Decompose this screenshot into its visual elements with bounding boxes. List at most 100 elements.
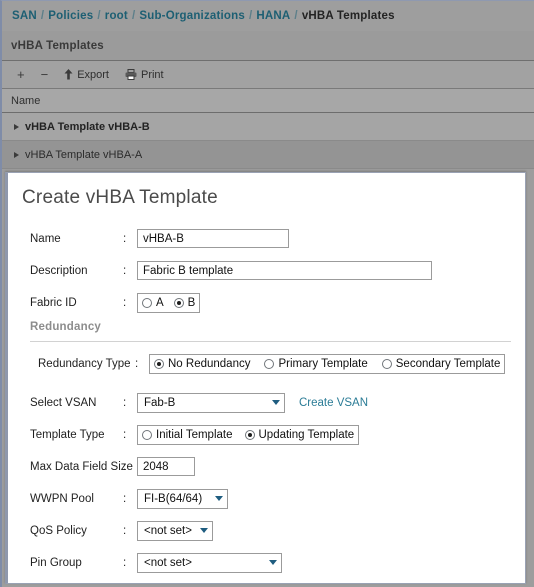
breadcrumb-separator: / xyxy=(294,10,298,22)
breadcrumb-separator: / xyxy=(97,10,101,22)
chevron-down-icon[interactable] xyxy=(269,560,277,565)
print-button[interactable]: Print xyxy=(118,67,171,83)
qos-policy-colon: : xyxy=(123,524,127,537)
description-value: Fabric B template xyxy=(143,264,234,277)
radio-icon-selected[interactable] xyxy=(173,297,184,308)
breadcrumb-item-root[interactable]: root xyxy=(105,10,128,22)
select-vsan-colon: : xyxy=(123,396,127,409)
redundancy-type-label: Redundancy Type xyxy=(38,357,131,370)
description-input[interactable]: Fabric B template xyxy=(137,261,432,280)
minus-icon: − xyxy=(40,67,49,82)
page-title-text: vHBA Templates xyxy=(11,39,104,52)
fabric-id-colon: : xyxy=(123,296,127,309)
breadcrumb-item-sub-organizations[interactable]: Sub-Organizations xyxy=(139,10,245,22)
qos-policy-dropdown[interactable]: <not set> xyxy=(137,520,213,541)
radio-icon[interactable] xyxy=(142,429,152,440)
table-row[interactable]: vHBA Template vHBA-B xyxy=(2,113,534,141)
template-type-option-updating-template[interactable]: Updating Template xyxy=(244,428,355,441)
fabric-id-option-a[interactable]: A xyxy=(142,297,164,309)
create-vhba-template-dialog: Create vHBA Template Name : vHBA-B Descr… xyxy=(5,172,526,584)
template-type-option-initial-template[interactable]: Initial Template xyxy=(142,429,233,441)
name-input[interactable]: vHBA-B xyxy=(137,229,289,248)
table-header: Name xyxy=(2,89,534,113)
breadcrumb-item-vhba-templates: vHBA Templates xyxy=(301,10,395,22)
breadcrumb: SAN / Policies / root / Sub-Organization… xyxy=(2,1,534,31)
form-row-wwpn-pool: WWPN Pool : FI-B(64/64) xyxy=(8,485,525,512)
breadcrumb-item-policies[interactable]: Policies xyxy=(48,10,93,22)
qos-policy-label: QoS Policy xyxy=(30,524,87,537)
fabric-id-label: Fabric ID xyxy=(30,296,77,309)
wwpn-pool-colon: : xyxy=(123,492,127,505)
form-row-redundancy-type: Redundancy Type : No Redundancy Primary … xyxy=(8,350,525,377)
description-colon: : xyxy=(123,264,127,277)
table-toolbar: + − Export Print xyxy=(2,61,534,89)
form-row-select-vsan: Select VSAN : Fab-B Create VSAN xyxy=(8,389,525,416)
pin-group-value: <not set> xyxy=(144,556,192,569)
dialog-form: Name : vHBA-B Description : Fabric B tem… xyxy=(8,209,525,583)
up-arrow-icon xyxy=(64,69,73,80)
select-vsan-dropdown[interactable]: Fab-B xyxy=(137,392,285,413)
chevron-down-icon[interactable] xyxy=(200,528,208,533)
form-row-fabric-id: Fabric ID : A B xyxy=(8,289,525,316)
chevron-right-icon[interactable] xyxy=(14,151,19,158)
create-vsan-link[interactable]: Create VSAN xyxy=(299,397,368,409)
redundancy-section-header: Redundancy xyxy=(8,321,525,333)
breadcrumb-separator: / xyxy=(131,10,136,22)
name-colon: : xyxy=(123,232,127,245)
form-row-pin-group: Pin Group : <not set> xyxy=(8,549,525,576)
radio-icon-selected[interactable] xyxy=(154,358,164,369)
redundancy-type-option-1-label: Primary Template xyxy=(278,357,368,370)
form-row-name: Name : vHBA-B xyxy=(8,225,525,252)
radio-icon-selected[interactable] xyxy=(244,429,255,440)
dialog-title: Create vHBA Template xyxy=(22,187,218,208)
redundancy-type-option-secondary-template[interactable]: Secondary Template xyxy=(381,358,500,370)
export-button[interactable]: Export xyxy=(57,67,116,83)
breadcrumb-separator: / xyxy=(248,10,253,22)
breadcrumb-item-hana[interactable]: HANA xyxy=(256,10,290,22)
template-type-colon: : xyxy=(123,428,127,441)
redundancy-type-option-primary-template[interactable]: Primary Template xyxy=(264,357,368,370)
select-vsan-label: Select VSAN xyxy=(30,396,97,409)
add-button[interactable]: + xyxy=(10,66,32,83)
max-data-field-size-colon: : xyxy=(123,460,127,473)
name-value: vHBA-B xyxy=(143,232,184,245)
fabric-id-radio-group: A B xyxy=(137,292,201,313)
wwpn-pool-label: WWPN Pool xyxy=(30,492,94,505)
breadcrumb-separator: / xyxy=(40,10,45,22)
fabric-id-option-b[interactable]: B xyxy=(173,297,195,309)
redundancy-type-option-no-redundancy[interactable]: No Redundancy xyxy=(154,358,250,370)
qos-policy-value: <not set> xyxy=(144,524,192,537)
form-row-description: Description : Fabric B template xyxy=(8,257,525,284)
fabric-id-option-a-label: A xyxy=(156,296,164,309)
radio-icon[interactable] xyxy=(142,297,152,308)
wwpn-pool-dropdown[interactable]: FI-B(64/64) xyxy=(137,488,228,509)
chevron-right-icon[interactable] xyxy=(14,123,19,130)
max-data-field-size-input[interactable]: 2048 xyxy=(137,457,195,476)
pin-group-label: Pin Group xyxy=(30,556,82,569)
remove-button[interactable]: − xyxy=(34,66,56,83)
form-row-qos-policy: QoS Policy : <not set> xyxy=(8,517,525,544)
redundancy-type-option-0-label: No Redundancy xyxy=(168,357,251,370)
redundancy-type-radio-group: No Redundancy Primary Template Secondary… xyxy=(149,353,506,374)
template-type-option-0-label: Initial Template xyxy=(156,428,233,441)
printer-icon xyxy=(125,69,137,80)
description-label: Description xyxy=(30,264,88,277)
max-data-field-size-value: 2048 xyxy=(143,460,169,473)
radio-icon[interactable] xyxy=(264,358,275,369)
breadcrumb-item-san[interactable]: SAN xyxy=(12,10,37,22)
template-type-option-1-label: Updating Template xyxy=(258,428,355,441)
chevron-down-icon[interactable] xyxy=(272,400,280,405)
redundancy-type-colon: : xyxy=(135,357,139,370)
export-label: Export xyxy=(77,68,109,81)
table-row[interactable]: vHBA Template vHBA-A xyxy=(2,141,534,169)
plus-icon: + xyxy=(17,67,25,82)
table-row-label: vHBA Template vHBA-B xyxy=(25,120,150,133)
radio-icon[interactable] xyxy=(381,358,392,369)
page-title: vHBA Templates xyxy=(2,31,534,61)
template-type-label: Template Type xyxy=(30,428,105,441)
chevron-down-icon[interactable] xyxy=(215,496,223,501)
pin-group-colon: : xyxy=(123,556,127,569)
print-label: Print xyxy=(140,68,164,81)
pin-group-dropdown[interactable]: <not set> xyxy=(137,552,282,573)
name-label: Name xyxy=(30,232,61,245)
